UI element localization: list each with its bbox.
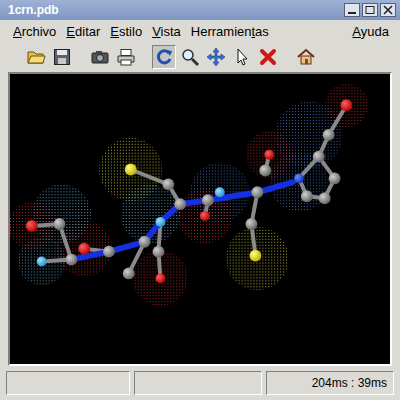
menu-item[interactable]: Archivo [8,24,61,39]
magnifier-icon [180,47,200,67]
status-field: 204ms : 39ms [266,371,394,395]
menu-item[interactable]: Vista [147,24,186,39]
rotate-icon [154,47,174,67]
open-button[interactable] [24,45,48,69]
app-window: 1crn.pdb ArchivoEditarEstiloVistaHerramie… [0,0,400,400]
menu-item[interactable]: Herramientas [186,24,274,39]
status-field [134,371,262,395]
toolbar [0,42,400,72]
camera-icon [90,47,110,67]
menu-item[interactable]: Estilo [105,24,147,39]
status-field [6,371,130,395]
status-bar: 204ms : 39ms [0,366,400,400]
camera-button[interactable] [88,45,112,69]
help-menu[interactable]: Ayuda [347,24,394,39]
delete-x-icon [258,47,278,67]
molecule-canvas[interactable] [8,72,392,366]
molecule-icon [10,74,390,364]
delete-button[interactable] [256,45,280,69]
printer-icon [116,47,136,67]
title-bar: 1crn.pdb [0,0,400,20]
folder-icon [26,47,46,67]
floppy-icon [52,47,72,67]
home-icon [296,47,316,67]
zoom-button[interactable] [178,45,202,69]
pick-button[interactable] [230,45,254,69]
menu-bar: ArchivoEditarEstiloVistaHerramientas Ayud… [0,20,400,42]
pointer-icon [232,47,252,67]
save-button[interactable] [50,45,74,69]
close-icon[interactable] [380,3,396,17]
minimize-icon[interactable] [344,3,360,17]
maximize-icon[interactable] [362,3,378,17]
move-button[interactable] [204,45,228,69]
menu-item[interactable]: Editar [61,24,105,39]
window-title: 1crn.pdb [8,3,344,17]
home-button[interactable] [294,45,318,69]
print-button[interactable] [114,45,138,69]
rotate-button[interactable] [152,45,176,69]
move-arrows-icon [206,47,226,67]
